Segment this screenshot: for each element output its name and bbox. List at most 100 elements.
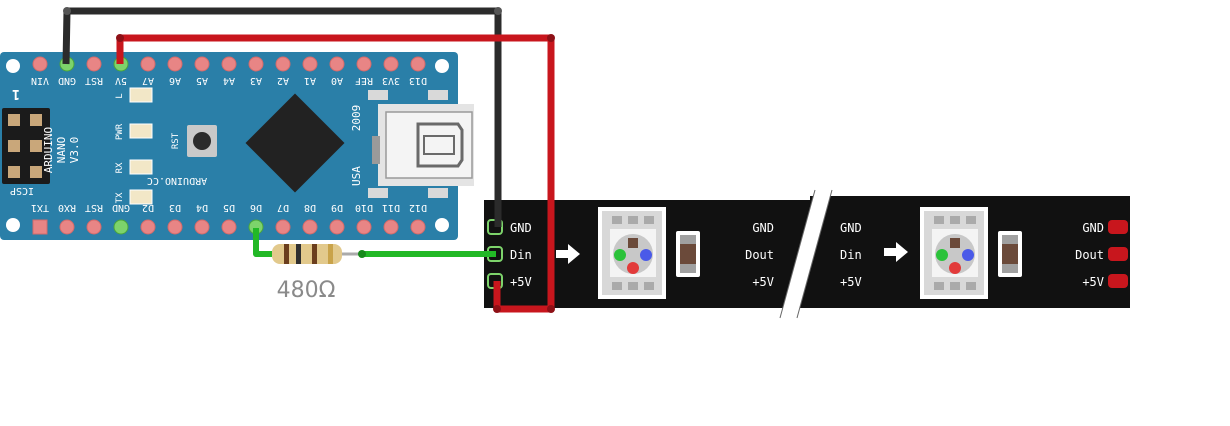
rgb-led-icon bbox=[920, 207, 988, 299]
board-name-line1: ARDUINO bbox=[42, 127, 55, 173]
capacitor bbox=[676, 231, 700, 277]
led-tx bbox=[129, 189, 153, 205]
pin-label-bottom-tx1: TX1 bbox=[31, 202, 49, 213]
led-label-rx: RX bbox=[115, 162, 125, 173]
pin-bottom-d10 bbox=[356, 219, 372, 235]
pin-bottom-d2 bbox=[140, 219, 156, 235]
icsp-label: ICSP bbox=[10, 185, 34, 196]
mounting-hole bbox=[435, 218, 449, 232]
led-rx bbox=[129, 159, 153, 175]
bottom-pin-labels: TX1 RX0 RST GND D2 D3 D4 D5 D6 D7 D8 D9 D10 D11 D12 bbox=[31, 202, 427, 213]
seg2-in-label-gnd: GND bbox=[840, 221, 862, 235]
pin-top-a2 bbox=[275, 56, 291, 72]
strip-pad-dout-out bbox=[1108, 247, 1128, 261]
board-name-line2: NANO bbox=[55, 137, 68, 164]
seg1-out-label-dout: Dout bbox=[745, 248, 774, 262]
strip-in-label-din: Din bbox=[510, 248, 532, 262]
pin-top-a7 bbox=[140, 56, 156, 72]
country-label: USA bbox=[350, 166, 363, 186]
resistor-label: 480Ω bbox=[277, 278, 336, 303]
seg2-in-label-din: Din bbox=[840, 248, 862, 262]
seg2-in-label-5v: +5V bbox=[840, 275, 862, 289]
year-label: 2009 bbox=[350, 105, 363, 132]
pin-label-bottom-d8: D8 bbox=[304, 202, 316, 213]
pin-bottom-d11 bbox=[383, 219, 399, 235]
mounting-hole bbox=[435, 59, 449, 73]
pin-label-bottom-d3: D3 bbox=[169, 202, 181, 213]
pin-label-bottom-d7: D7 bbox=[277, 202, 289, 213]
board-name-line3: V3.0 bbox=[68, 137, 81, 164]
pin-bottom-rst bbox=[86, 219, 102, 235]
pin-label-bottom-rx0: RX0 bbox=[58, 202, 76, 213]
pin-top-a0 bbox=[329, 56, 345, 72]
wiring-diagram: VIN GND RST 5V A7 A6 A5 A4 A3 A2 A1 A0 REF 3V3 D13 TX1… bbox=[0, 7, 1130, 319]
seg1-out-label-gnd: GND bbox=[752, 221, 774, 235]
pin-label-top-a1: A1 bbox=[304, 75, 316, 86]
led-label-l: L bbox=[115, 93, 125, 98]
website-label: ARDUINO.CC bbox=[147, 175, 207, 186]
resistor: 480Ω bbox=[256, 244, 368, 303]
pin-bottom-d3 bbox=[167, 219, 183, 235]
rgb-led-icon bbox=[598, 207, 666, 299]
pin-top-3v3 bbox=[383, 56, 399, 72]
pin-label-top-vin: VIN bbox=[31, 75, 49, 86]
seg2-out-label-5v: +5V bbox=[1082, 275, 1104, 289]
led-label-tx: TX bbox=[115, 192, 125, 203]
pin-label-top-a6: A6 bbox=[169, 75, 181, 86]
pin-label-bottom-d4: D4 bbox=[196, 202, 208, 213]
pin-bottom-d7 bbox=[275, 219, 291, 235]
strip-pad-gnd-out bbox=[1108, 220, 1128, 234]
pin-top-a1 bbox=[302, 56, 318, 72]
pin-bottom-d8 bbox=[302, 219, 318, 235]
pin-bottom-d5 bbox=[221, 219, 237, 235]
seg2-out-label-gnd: GND bbox=[1082, 221, 1104, 235]
led-l bbox=[129, 87, 153, 103]
pin-label-top-a3: A3 bbox=[250, 75, 262, 86]
pin-top-a5 bbox=[194, 56, 210, 72]
led-label-pwr: PWR bbox=[115, 123, 125, 140]
pin-label-top-a0: A0 bbox=[331, 75, 343, 86]
pin-label-top-a2: A2 bbox=[277, 75, 289, 86]
strip-in-label-gnd: GND bbox=[510, 221, 532, 235]
pin-label-top-a5: A5 bbox=[196, 75, 208, 86]
pin-label-top-5v: 5V bbox=[115, 75, 127, 86]
pin-label-bottom-d11: D11 bbox=[382, 202, 400, 213]
led-strip: GND Din +5V GND Dout +5V GND Din +5V GND… bbox=[484, 189, 1130, 319]
pin-label-bottom-d12: D12 bbox=[409, 202, 427, 213]
pin-label-top-a4: A4 bbox=[223, 75, 235, 86]
usb-connector bbox=[368, 90, 474, 198]
mounting-hole bbox=[6, 218, 20, 232]
pin-top-a6 bbox=[167, 56, 183, 72]
pin-label-bottom-d9: D9 bbox=[331, 202, 343, 213]
pin-label-bottom-d6: D6 bbox=[250, 202, 262, 213]
bottom-pin-row bbox=[32, 219, 426, 235]
pin-top-a4 bbox=[221, 56, 237, 72]
mounting-hole bbox=[6, 59, 20, 73]
pin-top-a3 bbox=[248, 56, 264, 72]
seg2-out-label-dout: Dout bbox=[1075, 248, 1104, 262]
pin-bottom-d4 bbox=[194, 219, 210, 235]
pin-label-top-d13: D13 bbox=[409, 75, 427, 86]
strip-in-label-5v: +5V bbox=[510, 275, 532, 289]
top-pin-row bbox=[32, 56, 426, 72]
pin-label-top-a7: A7 bbox=[142, 75, 154, 86]
top-pin-labels: VIN GND RST 5V A7 A6 A5 A4 A3 A2 A1 A0 REF 3V3 D13 bbox=[31, 75, 427, 86]
pin-bottom-gnd bbox=[113, 219, 129, 235]
strip-pad-5v-out bbox=[1108, 274, 1128, 288]
pin-label-bottom-d10: D10 bbox=[355, 202, 373, 213]
capacitor bbox=[998, 231, 1022, 277]
pin-top-d13 bbox=[410, 56, 426, 72]
pin-label-top-3v3: 3V3 bbox=[382, 75, 400, 86]
icsp-pin1-label: 1 bbox=[12, 86, 20, 101]
reset-button-label: RST bbox=[171, 132, 181, 149]
pin-bottom-d12 bbox=[410, 219, 426, 235]
pin-bottom-rx0 bbox=[59, 219, 75, 235]
pin-bottom-tx1 bbox=[32, 219, 48, 235]
pin-label-bottom-d5: D5 bbox=[223, 202, 235, 213]
pin-top-ref bbox=[356, 56, 372, 72]
pin-label-bottom-rst: RST bbox=[85, 202, 103, 213]
pin-label-top-ref: REF bbox=[355, 75, 373, 86]
seg1-out-label-5v: +5V bbox=[752, 275, 774, 289]
arduino-nano-board: VIN GND RST 5V A7 A6 A5 A4 A3 A2 A1 A0 REF 3V3 D13 TX1… bbox=[0, 52, 474, 240]
pin-label-top-rst: RST bbox=[85, 75, 103, 86]
